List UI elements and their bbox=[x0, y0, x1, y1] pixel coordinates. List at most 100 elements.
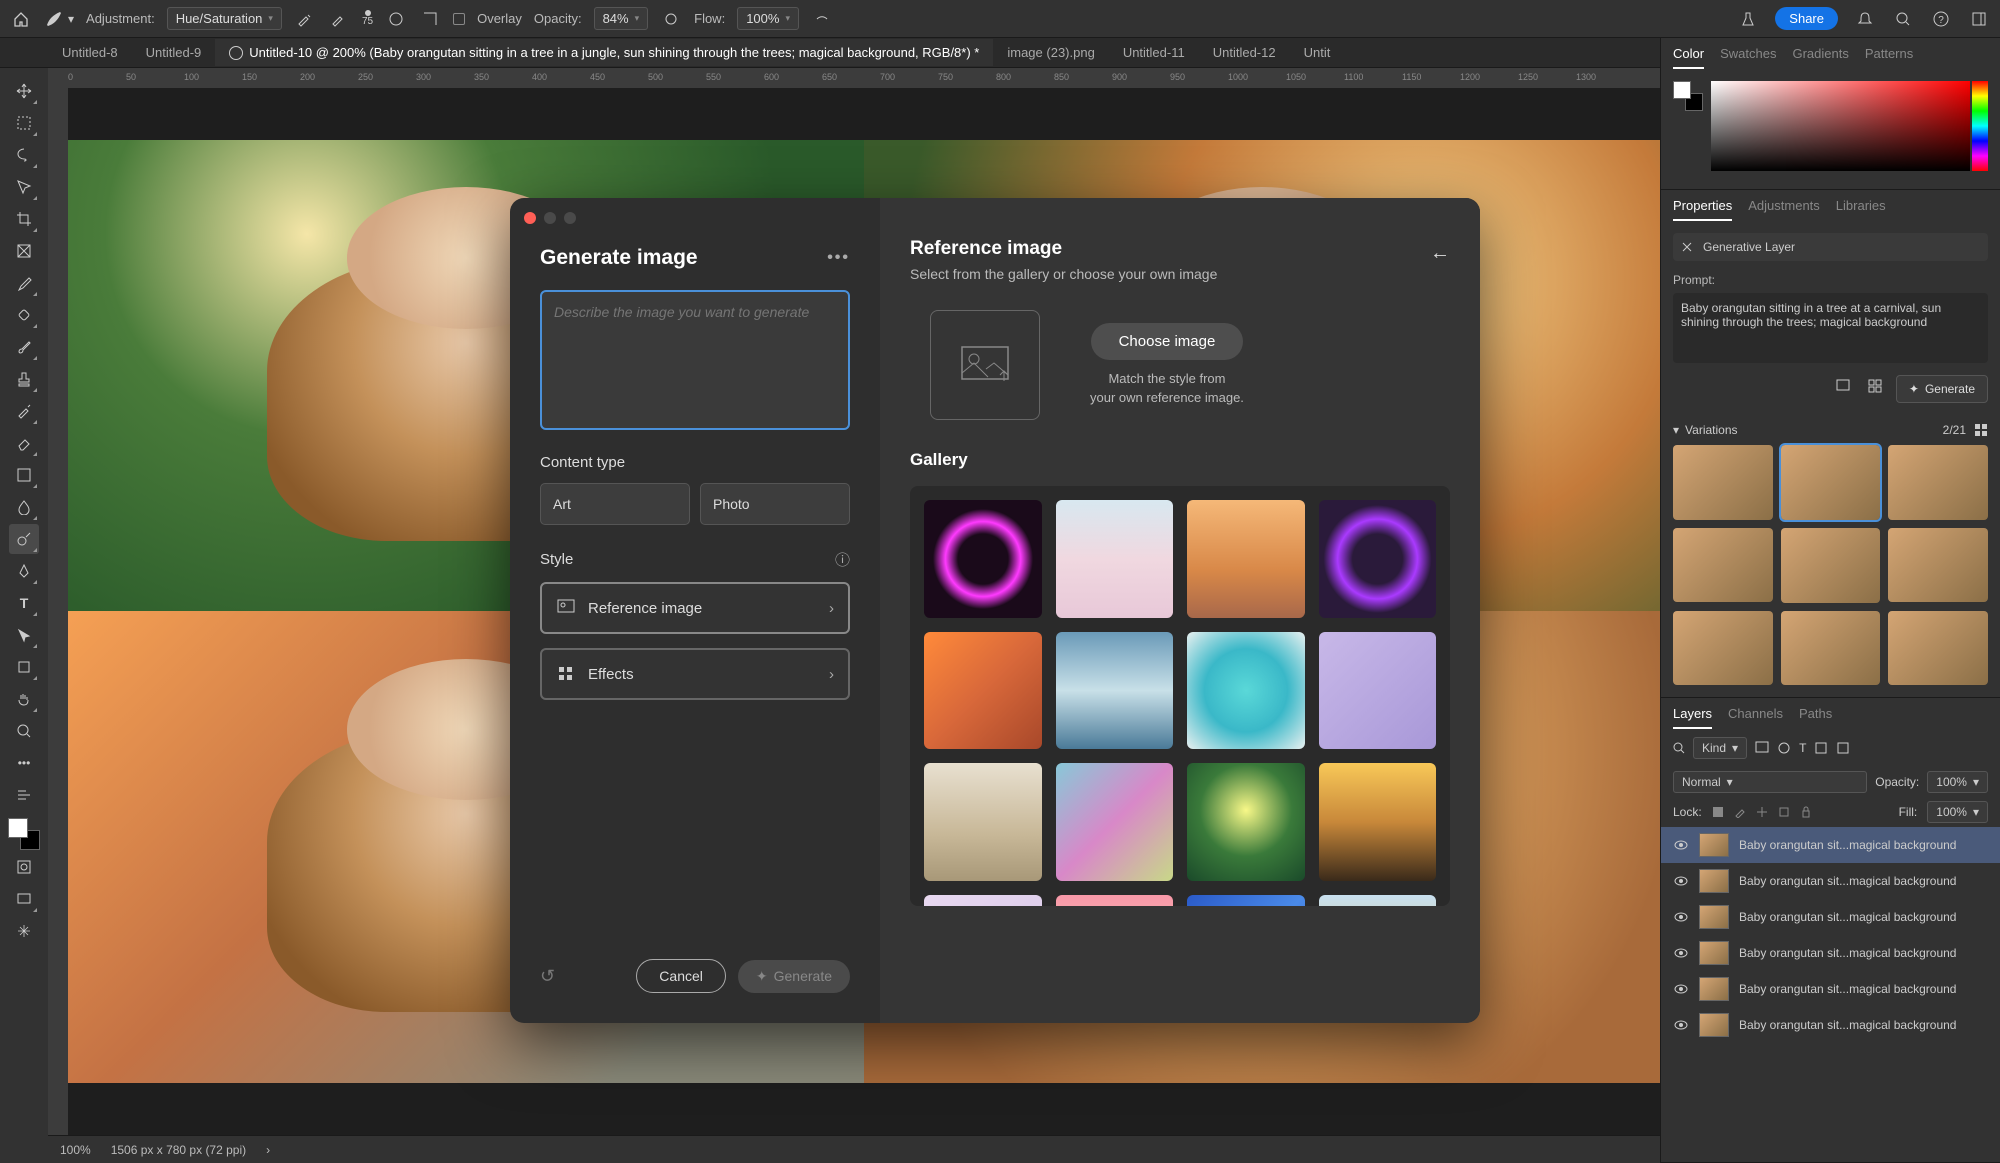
layer-row-4[interactable]: Baby orangutan sit...magical background bbox=[1661, 935, 2000, 971]
variation-5[interactable] bbox=[1781, 528, 1881, 603]
maximize-window-button[interactable] bbox=[564, 212, 576, 224]
layer-opacity-dropdown[interactable]: 100%▾ bbox=[1927, 771, 1988, 793]
filter-adjust-icon[interactable] bbox=[1777, 741, 1791, 755]
workspace-icon[interactable] bbox=[1968, 8, 1990, 30]
filter-shape-icon[interactable] bbox=[1814, 741, 1828, 755]
prompt-textarea[interactable] bbox=[540, 290, 850, 430]
gallery-item-10[interactable] bbox=[1056, 763, 1174, 881]
grid-icon[interactable] bbox=[1864, 375, 1886, 397]
filter-smart-icon[interactable] bbox=[1836, 741, 1850, 755]
eraser-tool[interactable] bbox=[9, 428, 39, 458]
gallery-item-2[interactable] bbox=[1056, 500, 1174, 618]
variation-6[interactable] bbox=[1888, 528, 1988, 603]
choose-image-button[interactable]: Choose image bbox=[1091, 323, 1244, 360]
gallery-item-6[interactable] bbox=[1056, 632, 1174, 750]
gallery-item-12[interactable] bbox=[1319, 763, 1437, 881]
upload-dropzone[interactable] bbox=[930, 310, 1040, 420]
shape-tool[interactable] bbox=[9, 652, 39, 682]
status-chevron-icon[interactable]: › bbox=[266, 1143, 270, 1157]
angle-icon[interactable] bbox=[419, 8, 441, 30]
minimize-window-button[interactable] bbox=[544, 212, 556, 224]
visibility-toggle[interactable] bbox=[1673, 873, 1689, 889]
gallery-item-5[interactable] bbox=[924, 632, 1042, 750]
lock-all-icon[interactable] bbox=[1800, 806, 1812, 818]
vertical-ruler[interactable] bbox=[48, 88, 68, 1135]
history-brush-tool[interactable] bbox=[9, 396, 39, 426]
subtract-brush-icon[interactable] bbox=[328, 8, 350, 30]
lock-artboard-icon[interactable] bbox=[1778, 806, 1790, 818]
pressure-icon[interactable] bbox=[385, 8, 407, 30]
variation-3[interactable] bbox=[1888, 445, 1988, 520]
stamp-tool[interactable] bbox=[9, 364, 39, 394]
color-fg-bg[interactable] bbox=[1673, 81, 1703, 111]
path-tool[interactable] bbox=[9, 620, 39, 650]
visibility-toggle[interactable] bbox=[1673, 837, 1689, 853]
gallery-item-8[interactable] bbox=[1319, 632, 1437, 750]
layer-row-2[interactable]: Baby orangutan sit...magical background bbox=[1661, 863, 2000, 899]
foreground-background-colors[interactable] bbox=[8, 818, 40, 850]
frame-tool[interactable] bbox=[9, 236, 39, 266]
crop-tool[interactable] bbox=[9, 204, 39, 234]
reference-image-row[interactable]: Reference image › bbox=[540, 582, 850, 634]
gallery-item-3[interactable] bbox=[1187, 500, 1305, 618]
tab-color[interactable]: Color bbox=[1673, 46, 1704, 69]
hand-tool[interactable] bbox=[9, 684, 39, 714]
tab-image-23[interactable]: image (23).png bbox=[993, 39, 1108, 66]
gallery-item-7[interactable] bbox=[1187, 632, 1305, 750]
zoom-level[interactable]: 100% bbox=[60, 1143, 91, 1157]
brush-tool[interactable] bbox=[9, 332, 39, 362]
beaker-icon[interactable] bbox=[1737, 8, 1759, 30]
more-options-icon[interactable]: ••• bbox=[827, 249, 850, 267]
tab-paths[interactable]: Paths bbox=[1799, 706, 1832, 729]
variation-1[interactable] bbox=[1673, 445, 1773, 520]
tab-adjustments[interactable]: Adjustments bbox=[1748, 198, 1820, 221]
more-tools[interactable]: ••• bbox=[9, 748, 39, 778]
variation-4[interactable] bbox=[1673, 528, 1773, 603]
search-kind-icon[interactable] bbox=[1673, 742, 1685, 754]
gallery-item-15[interactable] bbox=[1187, 895, 1305, 907]
tab-untitled-9[interactable]: Untitled-9 bbox=[132, 39, 216, 66]
tab-libraries[interactable]: Libraries bbox=[1836, 198, 1886, 221]
gradient-tool[interactable] bbox=[9, 460, 39, 490]
hue-slider[interactable] bbox=[1972, 81, 1988, 171]
content-type-art-button[interactable]: Art bbox=[540, 483, 690, 525]
filter-image-icon[interactable] bbox=[1755, 741, 1769, 755]
tab-channels[interactable]: Channels bbox=[1728, 706, 1783, 729]
prompt-text-display[interactable]: Baby orangutan sitting in a tree at a ca… bbox=[1673, 293, 1988, 363]
selection-tool[interactable] bbox=[9, 172, 39, 202]
tab-swatches[interactable]: Swatches bbox=[1720, 46, 1776, 69]
type-tool[interactable]: T bbox=[9, 588, 39, 618]
blend-mode-dropdown[interactable]: Normal▾ bbox=[1673, 771, 1867, 793]
kind-dropdown[interactable]: Kind▾ bbox=[1693, 737, 1747, 759]
blur-tool[interactable] bbox=[9, 492, 39, 522]
image-icon[interactable] bbox=[1832, 375, 1854, 397]
tab-untitled-partial[interactable]: Untit bbox=[1290, 39, 1345, 66]
back-arrow-icon[interactable]: ← bbox=[1430, 242, 1450, 265]
horizontal-ruler[interactable]: 0 50 100 150 200 250 300 350 400 450 500… bbox=[48, 68, 1660, 88]
tab-untitled-12[interactable]: Untitled-12 bbox=[1199, 39, 1290, 66]
edit-toolbar[interactable] bbox=[9, 780, 39, 810]
adjustment-dropdown[interactable]: Hue/Saturation▾ bbox=[167, 7, 282, 30]
help-icon[interactable]: ? bbox=[1930, 8, 1952, 30]
layer-row-3[interactable]: Baby orangutan sit...magical background bbox=[1661, 899, 2000, 935]
document-info[interactable]: 1506 px x 780 px (72 ppi) bbox=[111, 1143, 246, 1157]
gallery-scroll[interactable] bbox=[910, 486, 1450, 906]
lock-position-icon[interactable] bbox=[1756, 806, 1768, 818]
visibility-toggle[interactable] bbox=[1673, 909, 1689, 925]
gallery-item-11[interactable] bbox=[1187, 763, 1305, 881]
move-tool[interactable] bbox=[9, 76, 39, 106]
gallery-item-16[interactable] bbox=[1319, 895, 1437, 907]
search-icon[interactable] bbox=[1892, 8, 1914, 30]
tab-gradients[interactable]: Gradients bbox=[1792, 46, 1848, 69]
lock-pixels-icon[interactable] bbox=[1712, 806, 1724, 818]
variation-8[interactable] bbox=[1781, 611, 1881, 686]
layer-fill-dropdown[interactable]: 100%▾ bbox=[1927, 801, 1988, 823]
visibility-toggle[interactable] bbox=[1673, 1017, 1689, 1033]
quick-mask-tool[interactable] bbox=[9, 852, 39, 882]
airbrush-icon[interactable] bbox=[811, 8, 833, 30]
collapse-icon[interactable]: ▾ bbox=[1673, 423, 1679, 437]
tab-untitled-11[interactable]: Untitled-11 bbox=[1109, 39, 1199, 66]
generative-tool[interactable] bbox=[9, 916, 39, 946]
variation-9[interactable] bbox=[1888, 611, 1988, 686]
healing-tool[interactable] bbox=[9, 300, 39, 330]
